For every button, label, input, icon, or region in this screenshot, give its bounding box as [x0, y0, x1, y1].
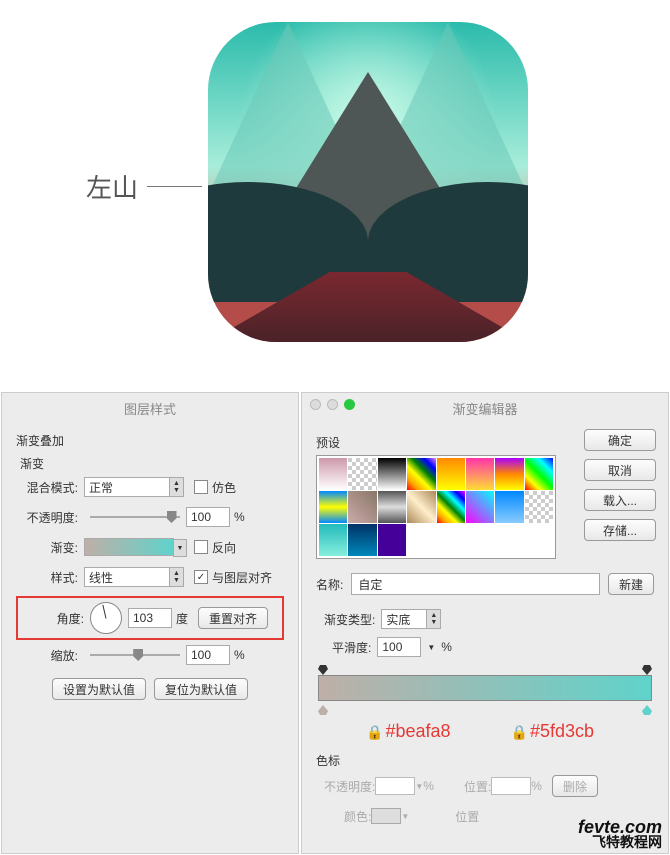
zoom-icon[interactable]	[344, 399, 355, 410]
reverse-checkbox[interactable]	[194, 540, 208, 554]
stop-position-label: 位置:	[464, 778, 491, 795]
opacity-label: 不透明度:	[16, 509, 78, 526]
cancel-button[interactable]: 取消	[584, 459, 656, 481]
reverse-label: 反向	[212, 539, 236, 556]
dropdown-icon[interactable]: ▼	[173, 539, 187, 557]
stops-header: 色标	[316, 752, 654, 769]
style-value: 线性	[89, 569, 113, 586]
hex-left: #beafa8	[385, 721, 450, 741]
load-button[interactable]: 载入...	[584, 489, 656, 511]
style-label: 样式:	[16, 569, 78, 586]
annotation-line	[147, 186, 202, 187]
smoothness-input[interactable]: 100	[377, 637, 421, 657]
gradient-subheader: 渐变	[20, 455, 284, 472]
illustration-area: 左山	[0, 0, 670, 392]
angle-dial[interactable]	[90, 602, 122, 634]
dither-label: 仿色	[212, 479, 236, 496]
set-default-button[interactable]: 设置为默认值	[52, 678, 146, 700]
smoothness-label: 平滑度:	[332, 639, 371, 656]
close-icon[interactable]	[310, 399, 321, 410]
new-button[interactable]: 新建	[608, 573, 654, 595]
style-select[interactable]: 线性 ▲▼	[84, 567, 184, 587]
angle-label: 角度:	[22, 610, 84, 627]
hex-right: #5fd3cb	[530, 721, 594, 741]
name-label: 名称:	[316, 576, 343, 593]
layer-style-title: 图层样式	[2, 393, 298, 424]
scale-label: 缩放:	[16, 647, 78, 664]
gradient-type-label: 渐变类型:	[324, 611, 375, 628]
stop-position-input	[491, 777, 531, 795]
watermark: fevte.com 飞特教程网	[578, 819, 662, 849]
opacity-stop-left[interactable]	[318, 665, 328, 675]
select-arrows-icon: ▲▼	[169, 478, 183, 496]
select-arrows-icon: ▲▼	[426, 610, 440, 628]
delete-stop-button: 删除	[552, 775, 598, 797]
scale-unit: %	[234, 648, 245, 662]
ok-button[interactable]: 确定	[584, 429, 656, 451]
opacity-slider[interactable]	[90, 510, 180, 524]
dither-checkbox[interactable]	[194, 480, 208, 494]
app-icon-artwork	[208, 22, 528, 342]
align-label: 与图层对齐	[212, 569, 272, 586]
gradient-editor-panel: 渐变编辑器 确定 取消 载入... 存储... 预设 ✲	[301, 392, 669, 854]
gradient-editor-title: 渐变编辑器	[302, 393, 668, 424]
blend-mode-value: 正常	[89, 479, 113, 496]
select-arrows-icon: ▲▼	[169, 568, 183, 586]
gradient-picker[interactable]: ▼	[84, 538, 174, 556]
reset-default-button[interactable]: 复位为默认值	[154, 678, 248, 700]
minimize-icon[interactable]	[327, 399, 338, 410]
reset-align-button[interactable]: 重置对齐	[198, 607, 268, 629]
stop-opacity-label: 不透明度:	[324, 778, 375, 795]
stop-color-label: 颜色:	[344, 808, 371, 825]
opacity-unit: %	[234, 510, 245, 524]
presets-label: 预设	[316, 434, 340, 451]
gradient-label: 渐变:	[16, 539, 78, 556]
stop-color-chip	[371, 808, 401, 824]
gradient-type-value: 实底	[386, 611, 410, 628]
window-traffic-lights[interactable]	[310, 399, 355, 410]
scale-slider[interactable]	[90, 648, 180, 662]
angle-input[interactable]: 103	[128, 608, 172, 628]
annotation-label: 左山	[86, 168, 138, 205]
color-stop-right[interactable]	[642, 705, 652, 715]
stop-opacity-input	[375, 777, 415, 795]
layer-style-panel: 图层样式 渐变叠加 渐变 混合模式: 正常 ▲▼ 仿色 不透明度: 100 %	[1, 392, 299, 854]
gradient-bar[interactable]	[318, 675, 652, 701]
blend-mode-label: 混合模式:	[16, 479, 78, 496]
blend-mode-select[interactable]: 正常 ▲▼	[84, 477, 184, 497]
color-stop-left[interactable]	[318, 705, 328, 715]
lock-icon: 🔒	[366, 724, 383, 740]
opacity-stop-right[interactable]	[642, 665, 652, 675]
stop-position2-label: 位置	[455, 808, 479, 825]
scale-input[interactable]: 100	[186, 645, 230, 665]
opacity-input[interactable]: 100	[186, 507, 230, 527]
smoothness-unit: %	[441, 640, 452, 654]
save-button[interactable]: 存储...	[584, 519, 656, 541]
lock-icon: 🔒	[511, 724, 528, 740]
gradient-overlay-header: 渐变叠加	[16, 432, 284, 449]
name-input[interactable]: 自定	[351, 573, 600, 595]
preset-grid[interactable]	[316, 455, 556, 559]
angle-unit: 度	[176, 610, 188, 627]
gradient-type-select[interactable]: 实底 ▲▼	[381, 609, 441, 629]
align-checkbox[interactable]: ✓	[194, 570, 208, 584]
